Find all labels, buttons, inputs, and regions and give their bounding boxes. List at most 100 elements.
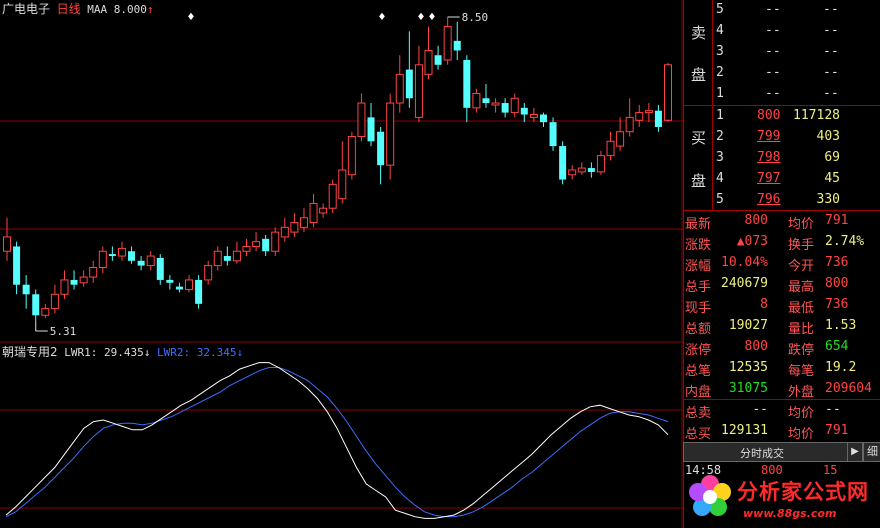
buy-price: 798 (757, 150, 781, 165)
candle-body (606, 140, 615, 157)
lwr2-line (5, 367, 669, 518)
buy-row[interactable]: 2 799 403 (683, 127, 880, 148)
stat-label: 涨停 (685, 343, 712, 358)
stat-value: -- (752, 402, 768, 417)
stat-value: 8 (760, 297, 768, 312)
stat-value: ▲073 (736, 234, 768, 249)
period-label[interactable]: 日线 (57, 2, 81, 16)
candle-body (424, 49, 433, 75)
stat-row: 总笔 12535 每笔 19.2 (683, 358, 880, 379)
signal-marker-icon: ♦ (417, 12, 426, 23)
candle-body (539, 114, 547, 123)
stat-value: 19.2 (825, 360, 857, 375)
stat-label: 量比 (788, 322, 815, 337)
candle-body (482, 98, 490, 104)
stat-label: 每笔 (788, 364, 815, 379)
sell-level: 5 (716, 2, 724, 17)
stat-value: 2.74% (825, 234, 865, 249)
candle-body (596, 155, 605, 173)
candle-body (395, 73, 404, 104)
stat-row: 最新 800 均价 791 (683, 211, 880, 232)
buy-row[interactable]: 5 796 330 (683, 190, 880, 211)
stat-value: 736 (825, 297, 849, 312)
candle-body (146, 255, 155, 267)
buy-row[interactable]: 1 800 117128 (683, 106, 880, 127)
candle-body (616, 131, 625, 147)
chart-area[interactable]: 8.505.31♦ ♦ ♦ ♦ (0, 0, 683, 528)
sell-row[interactable]: 5 -- -- (683, 0, 880, 21)
stat-value: 791 (825, 213, 849, 228)
sell-price: -- (765, 23, 781, 38)
candle-body (185, 279, 194, 290)
stat-value: -- (825, 402, 841, 417)
stat-row: 总买 129131 均价 791 (683, 421, 880, 442)
buy-vol: 117128 (793, 108, 840, 123)
candle-body (22, 284, 30, 295)
stat-label: 总笔 (685, 364, 712, 379)
candle-body (32, 294, 40, 316)
candle-body (98, 250, 107, 269)
stat-row: 内盘 31075 外盘 209604 (683, 379, 880, 400)
candle-body (232, 250, 241, 262)
candle-body (319, 207, 328, 214)
stat-label: 总卖 (685, 406, 712, 421)
signal-marker-icon: ♦ (187, 12, 196, 23)
buy-vol: 330 (816, 192, 840, 207)
sell-row[interactable]: 1 -- -- (683, 84, 880, 105)
candle-body (443, 26, 452, 61)
candle-body (377, 131, 385, 166)
stat-value: 240679 (721, 276, 768, 291)
stat-row: 总手 240679 最高 800 (683, 274, 880, 295)
buy-vol: 403 (816, 129, 840, 144)
buy-row[interactable]: 4 797 45 (683, 169, 880, 190)
tick-detail-tab[interactable]: 细 (863, 442, 880, 462)
stat-value: 800 (744, 213, 768, 228)
stat-label: 总买 (685, 427, 712, 442)
candle-body (405, 69, 413, 99)
sell-row[interactable]: 2 -- -- (683, 63, 880, 84)
candle-body (520, 107, 528, 115)
lwr1-arrow-icon: ↓ (143, 346, 151, 359)
candle-body (510, 97, 519, 114)
buy-level: 1 (716, 108, 724, 123)
stat-value: 10.04% (721, 255, 768, 270)
stat-label: 涨跌 (685, 238, 712, 253)
candle-body (529, 114, 538, 118)
candle-body (195, 279, 203, 304)
candle-body (587, 168, 595, 172)
stat-label: 换手 (788, 238, 815, 253)
low-price-label: 5.31 (50, 325, 77, 338)
candle-body (213, 250, 222, 267)
buy-level: 5 (716, 192, 724, 207)
sell-level: 1 (716, 86, 724, 101)
candle-body (434, 55, 442, 65)
stat-row: 涨幅 10.04% 今开 736 (683, 253, 880, 274)
candle-body (357, 102, 366, 138)
candle-body (644, 110, 653, 114)
stat-value: 791 (825, 423, 849, 438)
stat-label: 总手 (685, 280, 712, 295)
sell-row[interactable]: 4 -- -- (683, 21, 880, 42)
stat-label: 总额 (685, 322, 712, 337)
buy-row[interactable]: 3 798 69 (683, 148, 880, 169)
tick-arrow-icon[interactable]: ▶ (847, 442, 863, 462)
stat-label: 内盘 (685, 385, 712, 400)
sell-row[interactable]: 3 -- -- (683, 42, 880, 63)
tick-button-label: 分时成交 (740, 447, 784, 460)
candle-body (89, 267, 98, 278)
candle-body (386, 102, 395, 166)
indicator-arrow-icon: ↑ (146, 3, 154, 16)
candle-body (271, 231, 280, 252)
lwr2-arrow-icon: ↓ (236, 346, 244, 359)
candle-body (60, 279, 69, 295)
buy-price: 799 (757, 129, 781, 144)
tick-detail-button[interactable]: 分时成交 (683, 442, 848, 462)
buy-level: 2 (716, 129, 724, 144)
stat-value: 12535 (728, 360, 768, 375)
candle-body (166, 279, 174, 283)
candle-body (137, 260, 145, 266)
buy-vol: 45 (824, 171, 840, 186)
stat-value: 19027 (728, 318, 768, 333)
candle-body (242, 245, 251, 252)
candle-body (635, 112, 644, 121)
